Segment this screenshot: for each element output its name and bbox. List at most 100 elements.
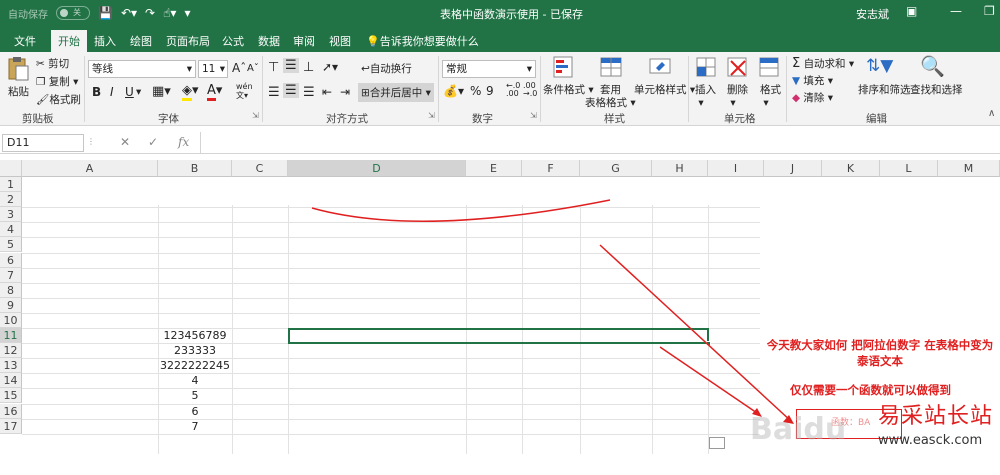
collapse-ribbon-icon[interactable]: ∧ (988, 108, 995, 119)
autosum-button[interactable]: Σ 自动求和 ▾ (792, 56, 854, 71)
lightbulb-icon: 💡 (366, 35, 380, 48)
underline-dropdown-icon[interactable]: ▾ (136, 86, 141, 98)
accounting-format-icon[interactable]: 💰▾ (443, 84, 464, 98)
clear-button[interactable]: ◆ 清除 ▾ (792, 90, 833, 105)
cancel-entry-icon[interactable]: ✕ (120, 135, 130, 149)
bold-button[interactable]: B (92, 85, 101, 99)
redo-icon[interactable]: ↷ (145, 5, 155, 21)
number-format-select[interactable]: 常规 ▾ (442, 60, 536, 78)
styles-group-label: 样式 (604, 113, 625, 125)
merge-center-button[interactable]: ⊞合并后居中 ▾ (358, 83, 434, 102)
number-dialog-launcher-icon[interactable]: ⇲ (530, 111, 537, 120)
group-divider (84, 56, 85, 122)
phonetic-guide-icon[interactable]: wén 文▾ (236, 82, 253, 100)
shrink-font-button[interactable]: Aˇ (247, 63, 259, 74)
formula-input[interactable] (200, 132, 998, 153)
align-center-icon[interactable]: ☰ (283, 83, 299, 98)
cell-styles-button[interactable]: 单元格样式 ▾ (634, 82, 695, 97)
tab-file[interactable]: 文件 (14, 33, 36, 49)
save-icon[interactable]: 💾 (98, 5, 113, 21)
delete-cells-icon (727, 56, 749, 83)
touch-mode-icon[interactable]: ☝▾ (163, 5, 176, 21)
quick-analysis-icon[interactable] (709, 437, 725, 449)
format-as-table-button[interactable]: 表格格式 ▾ (585, 95, 636, 110)
conditional-formatting-icon (553, 56, 575, 83)
increase-decimal-icon[interactable]: ←.0.00 (506, 82, 520, 98)
baidu-watermark: Baidu (750, 412, 847, 447)
tab-insert[interactable]: 插入 (94, 33, 116, 49)
restore-icon[interactable]: ❐ (984, 4, 995, 18)
tab-page-layout[interactable]: 页面布局 (166, 33, 210, 49)
format-painter-button[interactable]: 🖌格式刷 (36, 92, 81, 107)
copy-button[interactable]: ❐ 复制 ▾ (36, 74, 78, 89)
grow-font-button[interactable]: Aˆ (232, 61, 246, 75)
find-select-button[interactable]: 查找和选择 (910, 82, 963, 97)
autosave-toggle[interactable]: 关 (56, 6, 90, 20)
wrap-text-button[interactable]: ↩自动换行 (361, 61, 412, 76)
cut-button[interactable]: ✂ 剪切 (36, 56, 69, 71)
font-group-label: 字体 (158, 113, 179, 125)
align-middle-icon[interactable]: ☰ (283, 58, 299, 73)
insert-cells-button[interactable]: 插入 ▾ (695, 82, 716, 109)
percent-button[interactable]: % (470, 84, 481, 98)
clipboard-group-label: 剪贴板 (22, 113, 54, 125)
align-left-icon[interactable]: ☰ (268, 85, 280, 100)
search-icon: 🔍 (920, 54, 945, 78)
fill-color-icon[interactable]: ◈▾ (182, 83, 199, 101)
format-cells-button[interactable]: 格式 ▾ (760, 82, 781, 109)
font-size-select[interactable]: 11 ▾ (198, 60, 228, 78)
font-dialog-launcher-icon[interactable]: ⇲ (252, 111, 259, 120)
underline-button[interactable]: U (125, 85, 134, 99)
borders-icon[interactable]: ▦▾ (152, 84, 171, 99)
increase-indent-icon[interactable]: ⇥ (340, 85, 350, 99)
quick-access-toolbar: 自动保存 关 💾 ↶▾ ↷ ☝▾ ▾ (8, 5, 190, 21)
tab-formulas[interactable]: 公式 (222, 33, 244, 49)
fill-button[interactable]: ▼ 填充 ▾ (792, 73, 833, 88)
decrease-decimal-icon[interactable]: .00 →.0 (523, 82, 537, 98)
group-divider (438, 56, 439, 122)
annotation-arrow-line-2 (659, 346, 761, 416)
annotation-note-subtitle: 仅仅需要一个函数就可以做得到 (790, 383, 951, 397)
delete-cells-button[interactable]: 删除 ▾ (727, 82, 748, 109)
tab-view[interactable]: 视图 (329, 33, 351, 49)
merge-icon: ⊞ (361, 87, 370, 99)
orientation-icon[interactable]: ➚▾ (322, 60, 338, 74)
tell-me-search[interactable]: 💡告诉我你想要做什么 (366, 33, 479, 49)
align-right-icon[interactable]: ☰ (303, 85, 315, 100)
insert-function-icon[interactable]: fx (178, 135, 189, 149)
undo-icon[interactable]: ↶▾ (121, 5, 137, 21)
sort-filter-button[interactable]: 排序和筛选 (858, 82, 911, 97)
alignment-dialog-launcher-icon[interactable]: ⇲ (428, 111, 435, 120)
decrease-indent-icon[interactable]: ⇤ (322, 85, 332, 99)
tab-review[interactable]: 审阅 (293, 33, 315, 49)
group-divider (262, 56, 263, 122)
format-cells-icon (759, 56, 781, 83)
tab-home[interactable]: 开始 (51, 30, 87, 54)
comma-style-button[interactable]: 9 (486, 84, 494, 98)
minimize-icon[interactable]: — (950, 4, 962, 18)
font-name-select[interactable]: 等线 ▾ (88, 60, 196, 78)
ribbon-display-icon[interactable]: ▣ (906, 4, 917, 18)
user-name[interactable]: 安志斌 (856, 6, 889, 22)
group-divider (540, 56, 541, 122)
scissors-icon: ✂ (36, 58, 45, 70)
autosave-label: 自动保存 (8, 9, 48, 21)
paste-button[interactable]: 粘贴 (8, 84, 29, 99)
name-box-dropdown-icon[interactable]: ⋮ (87, 137, 95, 146)
wrap-text-icon: ↩ (361, 63, 370, 75)
name-box[interactable]: D11 (2, 134, 84, 152)
align-bottom-icon[interactable]: ⊥ (303, 60, 314, 75)
confirm-entry-icon[interactable]: ✓ (148, 135, 158, 149)
font-color-icon[interactable]: A▾ (207, 83, 222, 101)
customize-qat-icon[interactable]: ▾ (184, 5, 190, 21)
paste-icon[interactable] (6, 56, 32, 84)
tab-data[interactable]: 数据 (258, 33, 280, 49)
annotation-note-title: 今天教大家如何 把阿拉伯数字 在表格中变为泰语文本 (766, 338, 994, 368)
alignment-group-label: 对齐方式 (326, 113, 368, 125)
italic-button[interactable]: I (110, 85, 114, 99)
tab-draw[interactable]: 绘图 (130, 33, 152, 49)
site-watermark: 易采站长站 (878, 404, 994, 429)
annotation-arrow-line-1 (599, 244, 793, 423)
align-top-icon[interactable]: ⊤ (268, 60, 279, 75)
eraser-icon: ◆ (792, 92, 801, 104)
